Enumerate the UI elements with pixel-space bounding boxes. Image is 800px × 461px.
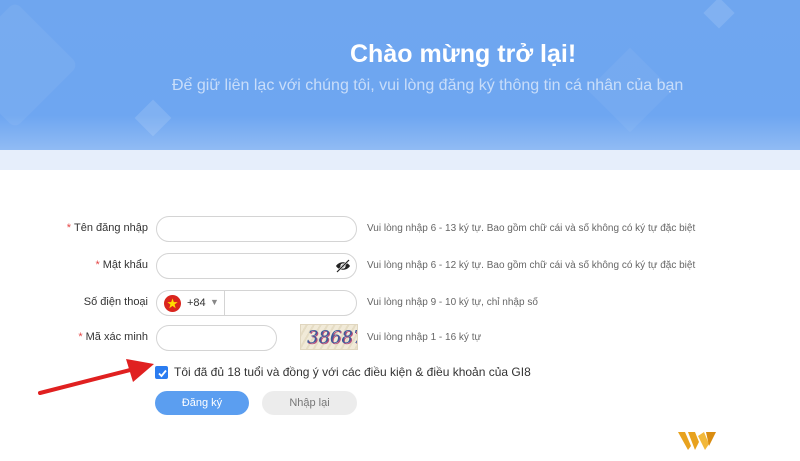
username-field-wrapper: [156, 216, 357, 242]
phone-row: Số điện thoại +84 ▼ Vui lòng nhập 9 - 10…: [0, 290, 800, 318]
phone-field-wrapper: +84 ▼: [156, 290, 424, 316]
header-banner: Chào mừng trở lại! Để giữ liên lạc với c…: [0, 0, 800, 165]
password-label: * Mật khẩu: [95, 259, 148, 271]
star-icon: [167, 298, 178, 309]
caret-down-icon[interactable]: ▼: [210, 297, 219, 307]
eye-slash-icon[interactable]: [335, 259, 351, 273]
captcha-input[interactable]: [157, 326, 276, 350]
required-mark: *: [66, 222, 71, 234]
password-hint: Vui lòng nhập 6 - 12 ký tự. Bao gồm chữ …: [367, 260, 696, 271]
password-row: * Mật khẩu Vui lòng nhập 6 - 12 ký tự. Ba…: [0, 253, 800, 281]
username-row: * Tên đăng nhập Vui lòng nhập 6 - 13 ký t…: [0, 216, 800, 244]
phone-hint: Vui lòng nhập 9 - 10 ký tự, chỉ nhập số: [367, 297, 538, 308]
captcha-label: * Mã xác minh: [78, 331, 148, 343]
required-mark: *: [95, 259, 100, 271]
page-title: Chào mừng trở lại!: [350, 40, 577, 68]
red-arrow-annotation: [38, 359, 154, 395]
captcha-hint: Vui lòng nhập 1 - 16 ký tự: [367, 332, 482, 343]
country-code[interactable]: +84: [187, 297, 206, 309]
username-hint: Vui lòng nhập 6 - 13 ký tự. Bao gồm chữ …: [367, 223, 696, 234]
reset-button[interactable]: Nhập lại: [262, 391, 357, 415]
terms-agreement[interactable]: Tôi đã đủ 18 tuổi và đồng ý với các điều…: [155, 364, 575, 382]
captcha-text: 38687: [307, 327, 357, 348]
watermark-logo-icon: [678, 432, 716, 450]
captcha-row: * Mã xác minh Vui lòng nhập 1 - 16 ký tự: [0, 325, 800, 353]
required-mark: *: [78, 331, 83, 343]
decorative-shape: [0, 1, 79, 129]
decorative-shape: [134, 99, 172, 137]
username-label: * Tên đăng nhập: [66, 222, 148, 234]
page-subtitle: Để giữ liên lạc với chúng tôi, vui lòng …: [172, 77, 684, 94]
captcha-image[interactable]: 38687: [300, 324, 358, 350]
register-button[interactable]: Đăng ký: [155, 391, 249, 415]
password-input[interactable]: [157, 254, 356, 278]
phone-label: Số điện thoại: [83, 296, 148, 308]
decorative-shape: [703, 0, 735, 29]
captcha-field-wrapper: [156, 325, 277, 351]
username-input[interactable]: [157, 217, 356, 241]
terms-text: Tôi đã đủ 18 tuổi và đồng ý với các điều…: [174, 365, 531, 379]
header-fade: [0, 150, 800, 170]
password-field-wrapper: [156, 253, 357, 279]
vietnam-flag-icon[interactable]: [164, 295, 181, 312]
